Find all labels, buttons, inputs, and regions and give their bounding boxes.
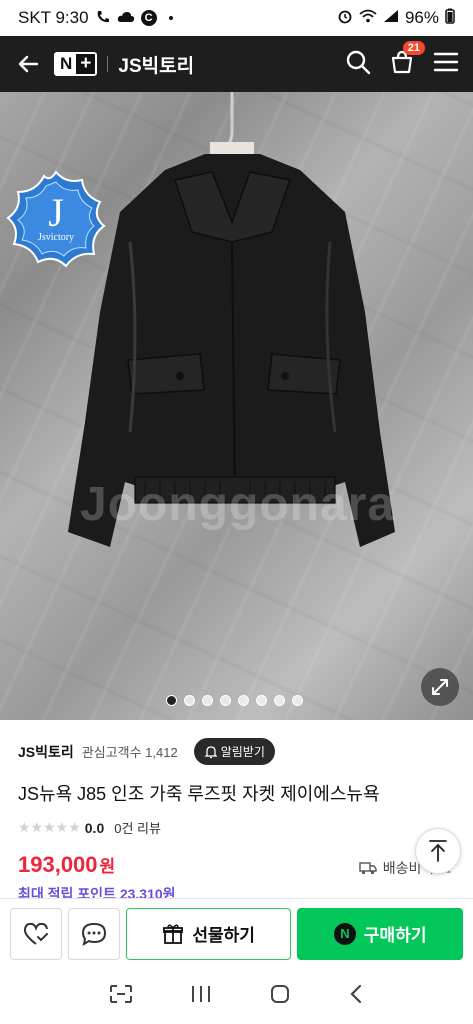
rating-score: 0.0 xyxy=(84,819,105,836)
battery-icon xyxy=(445,8,455,29)
cart-count-badge: 21 xyxy=(402,40,425,55)
alarm-label: 알림받기 xyxy=(220,745,265,759)
cart-button[interactable]: 21 xyxy=(389,40,425,80)
product-image-gallery[interactable]: J Jsvictory Joonggonara xyxy=(0,92,473,720)
pagination-dot[interactable] xyxy=(238,695,249,706)
follower-count: 관심고객수 1,412 xyxy=(81,745,178,760)
gift-button[interactable]: 선물하기 xyxy=(125,907,292,960)
pagination-dot[interactable] xyxy=(184,695,195,706)
max-points: 최대 적립 포인트 23,310원 xyxy=(18,886,176,898)
arrow-left-icon xyxy=(18,55,39,73)
naver-pay-icon: N xyxy=(333,922,356,945)
cloud-icon xyxy=(117,10,135,27)
logo-plus: + xyxy=(76,54,96,74)
seller-name[interactable]: JS빅토리 xyxy=(18,742,74,762)
pagination-dot[interactable] xyxy=(166,695,177,706)
review-count[interactable]: 0건 리뷰 xyxy=(114,818,161,837)
home-icon[interactable] xyxy=(269,983,291,1010)
image-watermark: Joonggonara xyxy=(80,478,396,531)
rating-row[interactable]: ★★★★★ 0.0 0건 리뷰 xyxy=(18,818,161,837)
call-icon xyxy=(95,9,111,28)
pagination-dot[interactable] xyxy=(256,695,267,706)
wifi-icon xyxy=(359,8,377,28)
seller-row: JS빅토리 관심고객수 1,412 알림받기 xyxy=(18,738,275,765)
back-nav-icon[interactable] xyxy=(348,983,364,1010)
expand-icon xyxy=(432,679,448,695)
price: 193,000 원 xyxy=(18,852,115,878)
star-rating: ★★★★★ xyxy=(18,819,81,835)
bottom-action-bar: 선물하기 N 구매하기 xyxy=(0,898,473,968)
chat-button[interactable] xyxy=(67,907,120,960)
gift-icon xyxy=(163,924,184,944)
c-badge-icon: C xyxy=(140,10,157,26)
product-title: JS뉴욕 J85 인조 가죽 루즈핏 자켓 제이에스뉴욕 xyxy=(18,784,380,804)
battery-text: 96% xyxy=(404,8,439,27)
logo-letter: J xyxy=(48,190,64,235)
search-icon[interactable] xyxy=(345,49,371,80)
arrow-up-icon xyxy=(429,840,447,862)
logo-n: N xyxy=(56,54,77,74)
gallery-pagination xyxy=(166,695,303,706)
pagination-dot[interactable] xyxy=(274,695,285,706)
back-button[interactable] xyxy=(14,50,42,78)
buy-button[interactable]: N 구매하기 xyxy=(297,907,464,960)
buy-label: 구매하기 xyxy=(363,926,427,945)
naver-plus-logo[interactable]: N + xyxy=(54,52,98,76)
gift-label: 선물하기 xyxy=(192,926,255,945)
recent-apps-icon[interactable] xyxy=(109,984,133,1009)
wishlist-button[interactable] xyxy=(10,907,62,960)
app-header: N + JS빅토리 21 xyxy=(0,36,473,92)
price-currency: 원 xyxy=(99,857,116,876)
logo-caption: Jsvictory xyxy=(37,232,75,243)
divider xyxy=(107,56,109,72)
pagination-dot[interactable] xyxy=(292,695,303,706)
signal-icon xyxy=(383,8,399,28)
system-nav-bar xyxy=(0,968,473,1024)
notification-dot xyxy=(168,16,173,20)
chat-icon xyxy=(81,922,106,946)
status-bar: SKT 9:30 C 96% xyxy=(0,0,473,36)
pagination-dot[interactable] xyxy=(220,695,231,706)
alarm-button[interactable]: 알림받기 xyxy=(193,738,275,765)
heart-check-icon xyxy=(23,922,48,945)
home-lines-icon[interactable] xyxy=(190,984,212,1009)
pagination-dot[interactable] xyxy=(202,695,213,706)
jsvictory-logo-badge: J Jsvictory xyxy=(6,170,106,270)
bell-plus-icon xyxy=(204,745,218,758)
expand-image-button[interactable] xyxy=(421,668,459,706)
menu-icon[interactable] xyxy=(433,51,459,78)
store-name[interactable]: JS빅토리 xyxy=(118,51,194,78)
alarm-icon xyxy=(337,8,353,29)
price-amount: 193,000 xyxy=(18,852,98,877)
carrier-time: SKT 9:30 xyxy=(18,8,89,27)
truck-icon xyxy=(359,862,377,875)
scroll-to-top-button[interactable] xyxy=(415,828,461,874)
